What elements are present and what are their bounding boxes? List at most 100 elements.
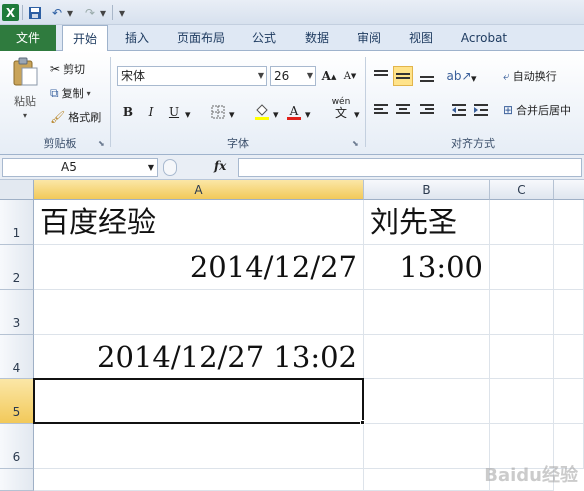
merge-center-button[interactable]: ⊞ 合并后居中 xyxy=(503,102,571,118)
borders-button[interactable] xyxy=(208,102,228,122)
underline-button[interactable]: U xyxy=(164,102,184,122)
tab-data[interactable]: 数据 xyxy=(296,25,338,51)
row-header-4[interactable]: 4 xyxy=(0,335,34,379)
fill-color-button[interactable] xyxy=(252,102,272,122)
cell-c5[interactable] xyxy=(490,379,554,424)
divider xyxy=(112,5,113,20)
shrink-font-icon: A xyxy=(343,70,351,82)
wrap-text-button[interactable]: ⤶ 自动换行 xyxy=(503,68,557,84)
formula-input[interactable] xyxy=(238,158,582,177)
font-color-button[interactable]: A xyxy=(284,102,304,122)
italic-button[interactable]: I xyxy=(141,102,161,122)
cell-b3[interactable] xyxy=(364,290,490,335)
tab-review[interactable]: 审阅 xyxy=(348,25,390,51)
customize-toolbar-icon[interactable]: ▾ xyxy=(117,4,127,21)
row-header-3[interactable]: 3 xyxy=(0,290,34,335)
align-bottom-button[interactable] xyxy=(417,66,437,86)
underline-dropdown-icon[interactable]: ▾ xyxy=(185,108,191,121)
row-header-6[interactable]: 6 xyxy=(0,424,34,469)
cell-c2[interactable] xyxy=(490,245,554,290)
quick-access-toolbar: X ↶ ▾ ↷ ▾ ▾ xyxy=(0,0,584,25)
align-top-button[interactable] xyxy=(371,66,391,86)
row-header-2[interactable]: 2 xyxy=(0,245,34,290)
copy-dropdown-icon: ▾ xyxy=(86,88,91,98)
save-icon[interactable] xyxy=(27,4,42,21)
divider xyxy=(110,57,111,147)
column-header-b[interactable]: B xyxy=(364,180,490,200)
cell-d2[interactable] xyxy=(554,245,584,290)
tab-acrobat[interactable]: Acrobat xyxy=(452,25,516,51)
select-all-corner[interactable] xyxy=(0,180,34,200)
cell-a4[interactable]: 2014/12/27 13:02 xyxy=(34,335,364,379)
orientation-button[interactable]: ab↗ xyxy=(446,66,471,86)
cell-c1[interactable] xyxy=(490,200,554,245)
column-header-d[interactable] xyxy=(554,180,584,200)
increase-indent-button[interactable] xyxy=(471,100,491,120)
cell-b2[interactable]: 13:00 xyxy=(364,245,490,290)
orientation-dropdown-icon[interactable]: ▾ xyxy=(471,72,477,85)
bold-button[interactable]: B xyxy=(118,102,138,122)
cell-a7[interactable] xyxy=(34,469,364,491)
tab-formulas[interactable]: 公式 xyxy=(244,25,284,51)
cell-b1[interactable]: 刘先圣 xyxy=(364,200,490,245)
cell-a3[interactable] xyxy=(34,290,364,335)
cell-a6[interactable] xyxy=(34,424,364,469)
cell-c4[interactable] xyxy=(490,335,554,379)
tab-home[interactable]: 开始 xyxy=(62,25,108,52)
phonetic-dropdown-icon[interactable]: ▾ xyxy=(354,108,360,121)
cut-button[interactable]: ✂ 剪切 xyxy=(50,61,85,77)
row-header-1[interactable]: 1 xyxy=(0,200,34,245)
align-right-button[interactable] xyxy=(417,100,437,120)
copy-icon: ⧉ xyxy=(50,85,59,100)
cell-d5[interactable] xyxy=(554,379,584,424)
font-size-combo[interactable]: 26 ▼ xyxy=(270,66,316,86)
paste-button[interactable]: 粘贴 ▾ xyxy=(8,57,42,123)
cell-a1[interactable]: 百度经验 xyxy=(34,200,364,245)
font-name-combo[interactable]: 宋体 ▼ xyxy=(117,66,267,86)
row-header-7[interactable] xyxy=(0,469,34,491)
cell-d3[interactable] xyxy=(554,290,584,335)
cell-b5[interactable] xyxy=(364,379,490,424)
cell-b7[interactable] xyxy=(364,469,490,491)
ribbon-tab-bar: 文件 开始 插入 页面布局 公式 数据 审阅 视图 Acrobat xyxy=(0,25,584,52)
tab-view[interactable]: 视图 xyxy=(400,25,442,51)
name-box[interactable]: A5 ▼ xyxy=(2,158,158,177)
tab-page-layout[interactable]: 页面布局 xyxy=(170,25,232,51)
cell-d1[interactable] xyxy=(554,200,584,245)
copy-button[interactable]: ⧉ 复制 ▾ xyxy=(50,85,91,101)
name-box-resize-handle[interactable] xyxy=(163,159,177,176)
font-launcher-icon[interactable]: ⬊ xyxy=(352,139,359,148)
column-header-a[interactable]: A xyxy=(34,180,364,200)
grow-font-button[interactable]: A ▲ xyxy=(319,66,339,86)
align-middle-button[interactable] xyxy=(393,66,413,86)
insert-function-icon[interactable]: fx xyxy=(214,159,226,173)
cell-d4[interactable] xyxy=(554,335,584,379)
tab-insert[interactable]: 插入 xyxy=(116,25,158,51)
cell-b4[interactable] xyxy=(364,335,490,379)
cell-a2[interactable]: 2014/12/27 xyxy=(34,245,364,290)
tab-file[interactable]: 文件 xyxy=(0,25,56,51)
decrease-indent-button[interactable] xyxy=(449,100,469,120)
undo-icon[interactable]: ↶ xyxy=(50,4,64,21)
redo-dropdown-icon[interactable]: ▾ xyxy=(99,4,107,21)
clipboard-launcher-icon[interactable]: ⬊ xyxy=(98,139,105,148)
borders-dropdown-icon[interactable]: ▾ xyxy=(229,108,235,121)
align-left-button[interactable] xyxy=(371,100,391,120)
align-center-button[interactable] xyxy=(393,100,413,120)
align-right-icon xyxy=(420,104,434,114)
phonetic-guide-button[interactable]: wén 文 xyxy=(328,98,354,120)
shrink-font-button[interactable]: A ▼ xyxy=(340,66,360,86)
column-header-c[interactable]: C xyxy=(490,180,554,200)
fill-color-dropdown-icon[interactable]: ▾ xyxy=(273,108,279,121)
cell-c3[interactable] xyxy=(490,290,554,335)
font-group-label: 字体 xyxy=(227,137,249,150)
format-painter-button[interactable]: 🖌 格式刷 xyxy=(50,109,101,125)
fill-handle[interactable] xyxy=(360,420,365,425)
undo-dropdown-icon[interactable]: ▾ xyxy=(66,4,74,21)
redo-icon[interactable]: ↷ xyxy=(83,4,97,21)
active-cell-outline[interactable] xyxy=(33,378,364,424)
cell-b6[interactable] xyxy=(364,424,490,469)
font-color-dropdown-icon[interactable]: ▾ xyxy=(305,108,311,121)
align-center-icon xyxy=(396,104,410,114)
row-header-5[interactable]: 5 xyxy=(0,379,34,424)
